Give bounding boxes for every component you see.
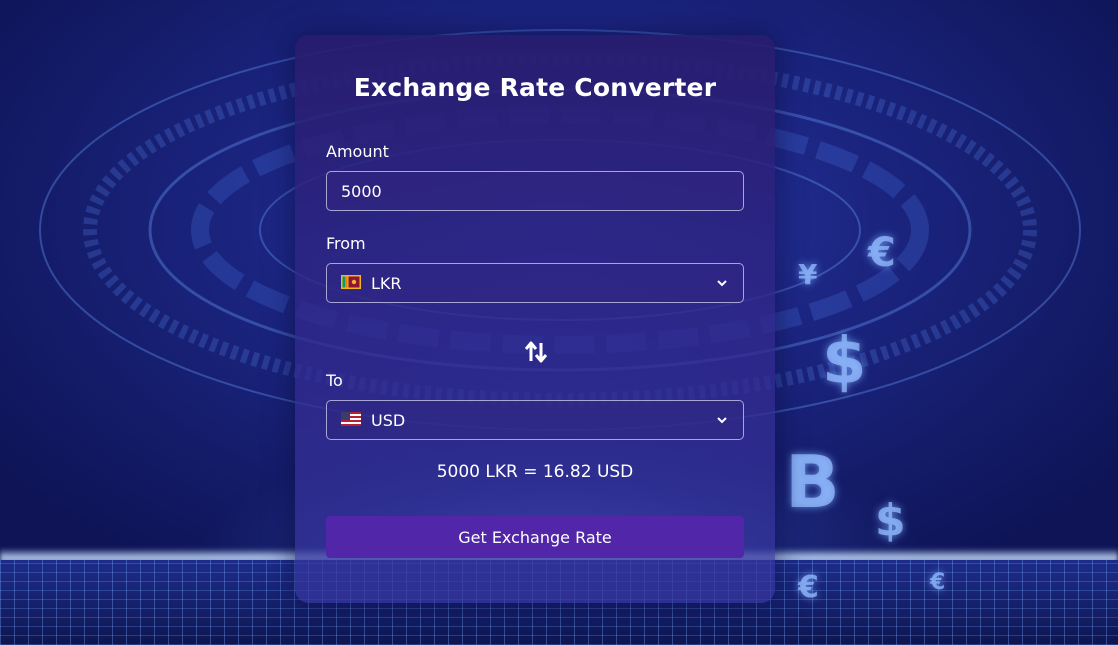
bitcoin-icon: B — [785, 440, 840, 524]
amount-input[interactable]: 5000 — [326, 171, 744, 211]
euro-icon: € — [868, 230, 896, 276]
amount-value: 5000 — [341, 181, 382, 201]
from-currency-select[interactable]: LKR — [326, 263, 744, 303]
to-label: To — [326, 371, 343, 390]
euro-tiny-icon: € — [930, 570, 946, 595]
dollar-icon: $ — [822, 325, 867, 399]
to-currency-select[interactable]: USD — [326, 400, 744, 440]
exchange-result: 5000 LKR = 16.82 USD — [436, 462, 634, 482]
us-flag-icon — [341, 411, 361, 430]
page-title: Exchange Rate Converter — [353, 73, 717, 102]
yen-icon: ¥ — [798, 258, 818, 291]
dollar-small-icon: $ — [875, 495, 906, 546]
from-label: From — [326, 234, 366, 253]
sri-lanka-flag-icon — [341, 274, 361, 293]
from-currency-value: LKR — [371, 273, 402, 293]
swap-arrows-icon[interactable] — [523, 339, 549, 365]
euro-small-icon: € — [798, 570, 819, 605]
to-currency-value: USD — [371, 410, 406, 430]
chevron-down-icon — [717, 417, 727, 424]
amount-label: Amount — [326, 142, 389, 161]
chevron-down-icon — [717, 280, 727, 287]
get-exchange-rate-button[interactable]: Get Exchange Rate — [326, 516, 744, 558]
converter-card: Exchange Rate Converter Amount 5000 From… — [295, 35, 775, 603]
